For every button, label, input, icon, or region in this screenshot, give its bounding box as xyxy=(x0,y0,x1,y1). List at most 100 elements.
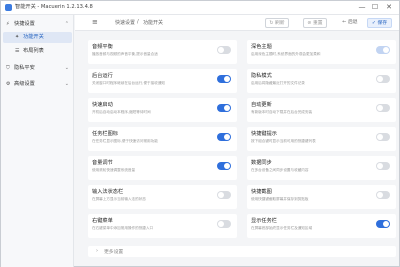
breadcrumb-current: 功能开关 xyxy=(143,20,164,26)
close-button[interactable]: ✕ xyxy=(384,2,394,13)
toggle-knob xyxy=(218,192,224,198)
setting-title: 数据同步 xyxy=(251,160,272,166)
sidebar-item-feature-switch[interactable]: ✦ 功能开关 xyxy=(3,32,72,43)
list-icon: ☰ xyxy=(15,48,20,54)
setting-title: 快速启动 xyxy=(92,102,113,108)
toggle-knob xyxy=(224,134,230,140)
setting-card: 快捷截图使用快捷键截取屏幕并保存到剪贴板 xyxy=(247,185,396,209)
setting-title: 快捷截图 xyxy=(251,189,272,195)
toggle-knob xyxy=(218,47,224,53)
chevron-down-icon: ⌄ xyxy=(64,65,69,71)
setting-card: 显示任务栏 在屏幕底部始终显示任务栏及通知区域 xyxy=(247,214,396,238)
menu-toggle-icon[interactable]: ≡ xyxy=(92,19,98,26)
title-bar: 智能开关 - Macuerin 1.2.13.4.8 — ☐ ✕ xyxy=(1,1,399,15)
setting-toggle[interactable] xyxy=(217,162,231,170)
setting-toggle[interactable] xyxy=(217,191,231,199)
setting-title: 后台运行 xyxy=(92,73,113,79)
setting-description: 在屏幕上方显示当前输入法的状态 xyxy=(92,197,146,201)
setting-title: 任务栏图标 xyxy=(92,131,118,137)
setting-card: 任务栏图标在任务栏显示图标,便于快速访问常用功能 xyxy=(88,127,237,151)
minimize-button[interactable]: — xyxy=(357,2,367,13)
refresh-button[interactable]: ↻ 刷新 xyxy=(265,18,289,28)
setting-description: 在任务栏显示图标,便于快速访问常用功能 xyxy=(92,139,158,143)
back-button[interactable]: ← 后退 xyxy=(339,18,361,28)
toggle-knob xyxy=(224,163,230,169)
setting-card: 音频平衡播放音频与视频的声音平衡,提示音量合适 xyxy=(88,40,237,64)
sidebar-item-label: 隐私平安 xyxy=(14,65,35,71)
more-settings-label: 更多设置 xyxy=(104,250,124,255)
toolbar: ≡ 快速设置 / 功能开关 ↻ 刷新 ⊘ 重置 ← 后退 ✓ 保存 xyxy=(75,15,399,31)
setting-card: 深色主题启用深色主题时,系统界面的外观会更加柔和 xyxy=(247,40,396,64)
setting-toggle[interactable] xyxy=(217,104,231,112)
setting-toggle[interactable] xyxy=(217,220,231,228)
sidebar-item-label: 快捷设置 xyxy=(14,21,35,27)
setting-card: 自动更新有新版本时自动下载并在后台完成安装 xyxy=(247,98,396,122)
save-button[interactable]: ✓ 保存 xyxy=(367,18,392,28)
gear-icon: ⚙ xyxy=(6,81,11,87)
setting-description: 启用后将隐藏最近打开的文件记录 xyxy=(251,81,305,85)
setting-description: 关闭窗口时程序继续在后台运行,便于接收通知 xyxy=(92,81,166,85)
chevron-right-icon: › xyxy=(96,248,98,254)
app-window: 智能开关 - Macuerin 1.2.13.4.8 — ☐ ✕ ⚡ 快捷设置 … xyxy=(0,0,400,267)
setting-title: 深色主题 xyxy=(251,44,272,50)
sidebar-item-label: 布局列表 xyxy=(23,48,44,54)
setting-title: 隐私模式 xyxy=(251,73,272,79)
setting-title: 显示任务栏 xyxy=(251,218,277,224)
setting-description: 使用滚轮快速调整系统音量 xyxy=(92,168,136,172)
setting-toggle[interactable] xyxy=(376,220,390,228)
setting-title: 右键菜单 xyxy=(92,218,113,224)
app-logo-icon xyxy=(5,4,12,11)
setting-card: 数据同步在多台设备之间同步设置与收藏内容 xyxy=(247,156,396,180)
setting-toggle[interactable] xyxy=(217,133,231,141)
setting-title: 音量调节 xyxy=(92,160,113,166)
chevron-down-icon: ⌄ xyxy=(64,81,69,87)
setting-title: 快捷键提示 xyxy=(251,131,277,137)
setting-description: 播放音频与视频的声音平衡,提示音量合适 xyxy=(92,52,158,56)
setting-title: 音频平衡 xyxy=(92,44,113,50)
setting-card: 隐私模式启用后将隐藏最近打开的文件记录 xyxy=(247,69,396,93)
sidebar-item-label: 功能开关 xyxy=(23,34,44,40)
window-title: 智能开关 - Macuerin 1.2.13.4.8 xyxy=(15,4,93,10)
star-icon: ✦ xyxy=(15,34,20,40)
sidebar-item-label: 高级设置 xyxy=(14,81,35,87)
setting-description: 在多台设备之间同步设置与收藏内容 xyxy=(251,168,309,172)
more-settings-row[interactable]: › 更多设置 xyxy=(88,246,396,257)
setting-card: 快捷键提示按下组合键时显示当前可用的快捷键列表 xyxy=(247,127,396,151)
sidebar-item-layout-list[interactable]: ☰ 布局列表 xyxy=(3,46,72,57)
sidebar-item-advanced[interactable]: ⚙ 高级设置 ⌄ xyxy=(3,79,72,90)
lightning-icon: ⚡ xyxy=(6,21,10,27)
setting-toggle[interactable] xyxy=(217,46,231,54)
setting-toggle[interactable] xyxy=(376,162,390,170)
setting-title: 输入法状态栏 xyxy=(92,189,124,195)
reset-button[interactable]: ⊘ 重置 xyxy=(303,18,327,28)
chevron-up-icon: ⌃ xyxy=(64,21,69,27)
main-panel: ≡ 快速设置 / 功能开关 ↻ 刷新 ⊘ 重置 ← 后退 ✓ 保存 显示任务栏在… xyxy=(75,15,399,267)
setting-description: 启用深色主题时,系统界面的外观会更加柔和 xyxy=(251,52,321,56)
toggle-knob xyxy=(218,221,224,227)
setting-toggle[interactable] xyxy=(376,75,390,83)
settings-grid: 显示任务栏 在屏幕底部始终显示任务栏及通知区域 右键菜单 在右键菜单中添加常用操作的快… xyxy=(88,40,396,262)
setting-card: 后台运行关闭窗口时程序继续在后台运行,便于接收通知 xyxy=(88,69,237,93)
setting-description: 按下组合键时显示当前可用的快捷键列表 xyxy=(251,139,316,143)
toggle-knob xyxy=(377,192,383,198)
setting-toggle[interactable] xyxy=(376,133,390,141)
sidebar-item-privacy[interactable]: ⛉ 隐私平安 ⌄ xyxy=(3,63,72,74)
toggle-knob xyxy=(383,47,389,53)
sidebar-item-quick-settings[interactable]: ⚡ 快捷设置 ⌃ xyxy=(3,19,72,30)
setting-description: 有新版本时自动下载并在后台完成安装 xyxy=(251,110,313,114)
setting-card: 快速启动 开机后自动启动本程序,缩短等待时间 xyxy=(88,98,237,122)
maximize-button[interactable]: ☐ xyxy=(370,2,380,13)
setting-title: 自动更新 xyxy=(251,102,272,108)
setting-toggle[interactable] xyxy=(217,75,231,83)
breadcrumb-home[interactable]: 快速设置 xyxy=(115,19,135,26)
setting-toggle[interactable] xyxy=(376,191,390,199)
setting-card: 输入法状态栏在屏幕上方显示当前输入法的状态 xyxy=(88,185,237,209)
toggle-knob xyxy=(224,76,230,82)
setting-card: 右键菜单 在右键菜单中添加常用操作的快捷入口 xyxy=(88,214,237,238)
toggle-knob xyxy=(377,163,383,169)
setting-description: 使用快捷键截取屏幕并保存到剪贴板 xyxy=(251,197,309,201)
toggle-knob xyxy=(383,221,389,227)
setting-toggle xyxy=(376,46,390,54)
shield-icon: ⛉ xyxy=(6,65,10,71)
setting-toggle[interactable] xyxy=(376,104,390,112)
